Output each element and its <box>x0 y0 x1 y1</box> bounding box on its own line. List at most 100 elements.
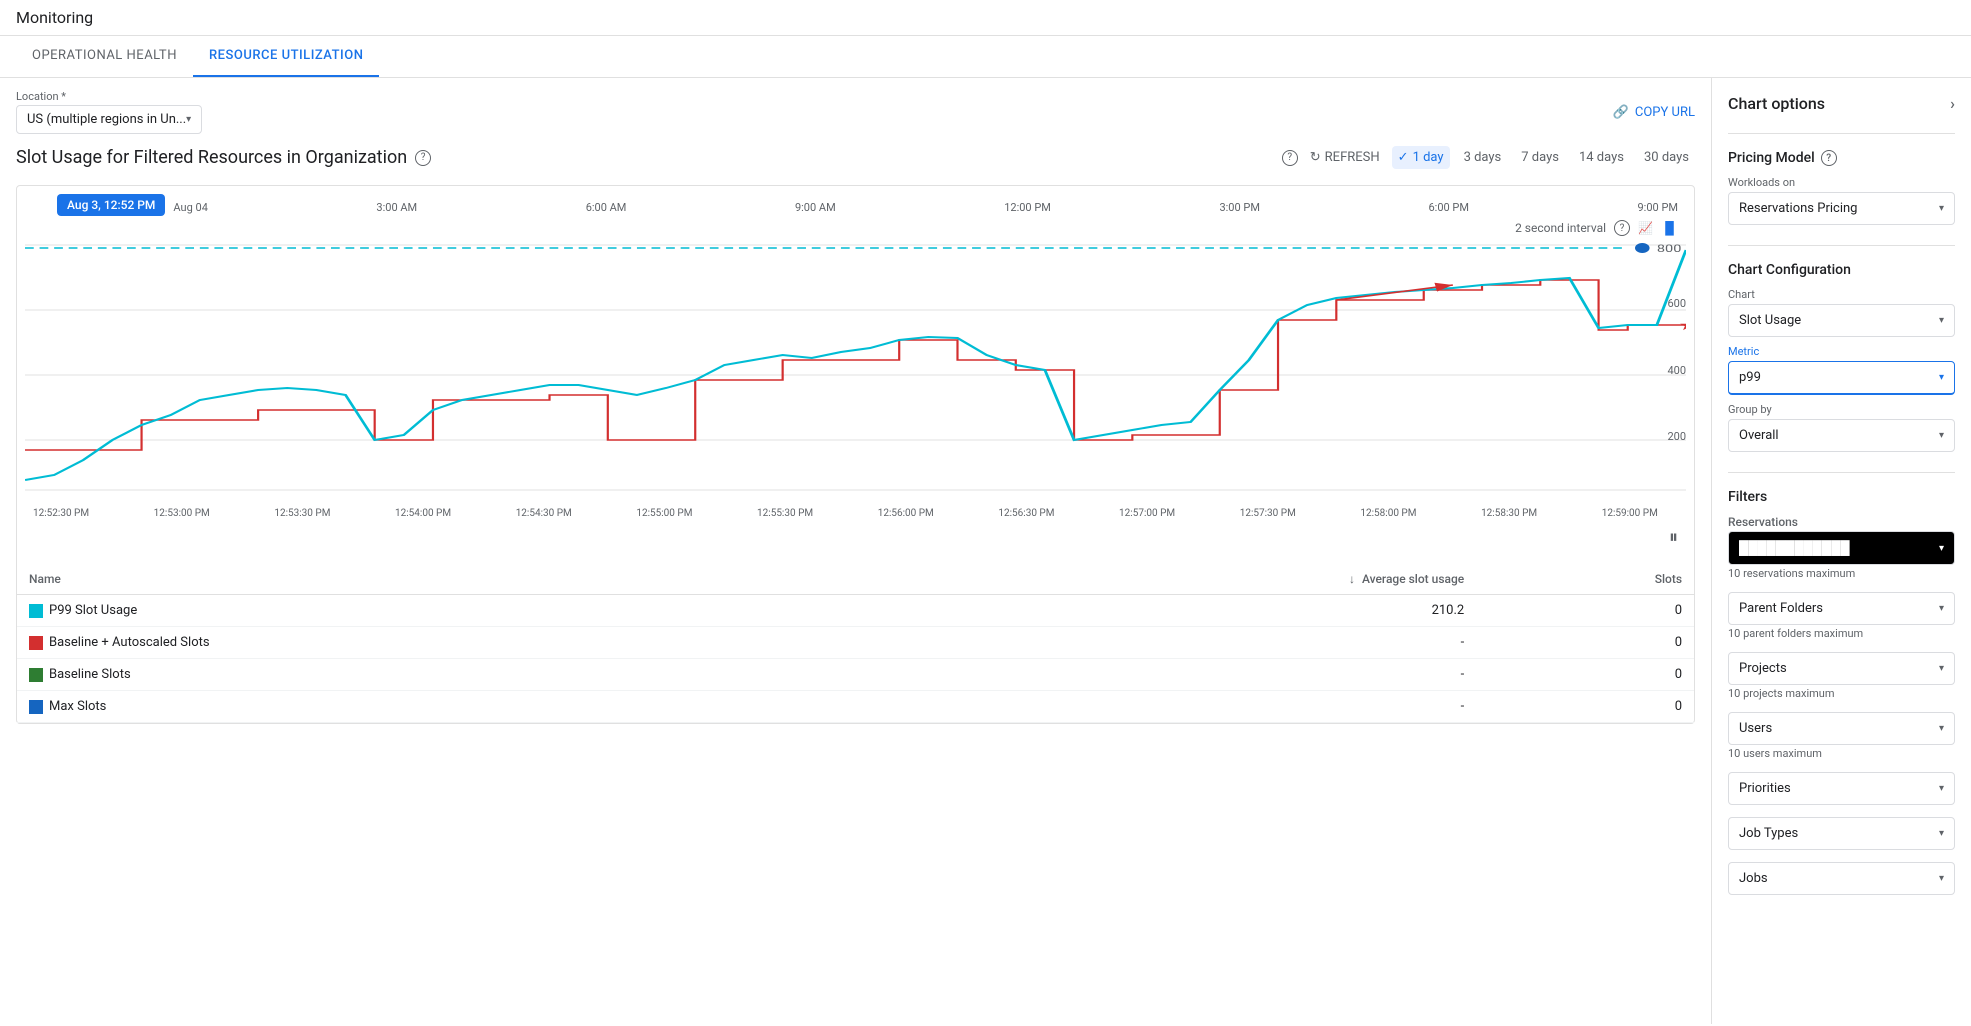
group-by-select[interactable]: Overall ▾ <box>1728 419 1955 452</box>
line-chart-icon[interactable]: 📈 <box>1638 221 1653 235</box>
filter-parent-folders-note: 10 parent folders maximum <box>1728 627 1955 640</box>
filter-reservations-select[interactable]: ████████████ ▾ <box>1728 531 1955 565</box>
filter-jobs: Jobs ▾ <box>1728 862 1955 895</box>
filter-reservations: Reservations ████████████ ▾ 10 reservati… <box>1728 515 1955 580</box>
chart-config-section: Chart Configuration Chart Slot Usage ▾ M… <box>1728 262 1955 452</box>
filter-priorities-select[interactable]: Priorities ▾ <box>1728 772 1955 805</box>
pricing-model-title: Pricing Model ? <box>1728 150 1955 166</box>
bar-chart-icon[interactable]: ▐▌ <box>1661 221 1678 235</box>
filters-title: Filters <box>1728 489 1955 505</box>
filter-priorities: Priorities ▾ <box>1728 772 1955 805</box>
filter-parent-folders-label: Parent Folders <box>1739 601 1823 616</box>
filter-reservations-note: 10 reservations maximum <box>1728 567 1955 580</box>
refresh-button[interactable]: ↻ REFRESH <box>1310 150 1380 165</box>
date-badge: Aug 3, 12:52 PM <box>57 194 165 216</box>
y-label-400: 400 <box>1656 364 1686 377</box>
metric-select[interactable]: p99 ▾ <box>1728 361 1955 395</box>
reservations-chevron-icon: ▾ <box>1939 543 1944 554</box>
y-axis-labels: 600 400 200 <box>1656 240 1686 500</box>
controls-help-icon[interactable]: ? <box>1282 150 1298 166</box>
chart-config-chart-label: Chart <box>1728 288 1955 301</box>
group-by-value: Overall <box>1739 428 1779 443</box>
workloads-label: Workloads on <box>1728 176 1955 189</box>
x-label-0: Aug 04 <box>173 201 207 214</box>
filter-jobs-label: Jobs <box>1739 871 1768 886</box>
jobs-chevron-icon: ▾ <box>1939 873 1944 884</box>
workloads-select[interactable]: Reservations Pricing ▾ <box>1728 192 1955 225</box>
row-avg-1: - <box>885 627 1476 659</box>
location-select-box[interactable]: US (multiple regions in Un... ▾ <box>16 105 202 134</box>
filter-projects-select[interactable]: Projects ▾ <box>1728 652 1955 685</box>
tab-resource-utilization[interactable]: RESOURCE UTILIZATION <box>193 36 379 77</box>
table-row: Baseline + Autoscaled Slots - 0 <box>17 627 1694 659</box>
filter-users-select[interactable]: Users ▾ <box>1728 712 1955 745</box>
time-label-10: 12:57:30 PM <box>1240 508 1296 519</box>
filter-projects-label: Projects <box>1739 661 1787 676</box>
x-label-3: 9:00 AM <box>795 201 836 214</box>
time-3days-button[interactable]: 3 days <box>1458 146 1508 169</box>
panel-title-text: Chart options <box>1728 94 1825 113</box>
filter-job-types-label: Job Types <box>1739 826 1798 841</box>
color-dot-1 <box>29 636 43 650</box>
filter-users-note: 10 users maximum <box>1728 747 1955 760</box>
projects-chevron-icon: ▾ <box>1939 663 1944 674</box>
pause-icon[interactable]: ⏸ <box>1669 527 1678 548</box>
row-avg-0: 210.2 <box>885 595 1476 627</box>
tab-operational-health[interactable]: OPERATIONAL HEALTH <box>16 36 193 77</box>
filter-jobs-select[interactable]: Jobs ▾ <box>1728 862 1955 895</box>
col-slots: Slots <box>1476 564 1694 595</box>
time-1day-button[interactable]: ✓ 1 day <box>1392 146 1450 169</box>
row-slots-1: 0 <box>1476 627 1694 659</box>
data-table: Name ↓ Average slot usage Slots P99 Slot… <box>17 564 1694 723</box>
x-label-2: 6:00 AM <box>586 201 627 214</box>
x-label-4: 12:00 PM <box>1004 201 1051 214</box>
table-row: P99 Slot Usage 210.2 0 <box>17 595 1694 627</box>
time-label-9: 12:57:00 PM <box>1119 508 1175 519</box>
time-14days-button[interactable]: 14 days <box>1573 146 1630 169</box>
time-30days-button[interactable]: 30 days <box>1638 146 1695 169</box>
right-panel: Chart options › Pricing Model ? Workload… <box>1711 78 1971 1024</box>
chart-controls: ? ↻ REFRESH ✓ 1 day 3 days 7 days 14 day… <box>1282 146 1695 169</box>
row-name-1: Baseline + Autoscaled Slots <box>29 635 873 650</box>
tabs-bar: OPERATIONAL HEALTH RESOURCE UTILIZATION <box>0 36 1971 78</box>
refresh-label: REFRESH <box>1325 150 1380 165</box>
filter-parent-folders-select[interactable]: Parent Folders ▾ <box>1728 592 1955 625</box>
panel-close-icon[interactable]: › <box>1950 94 1955 113</box>
job-types-chevron-icon: ▾ <box>1939 828 1944 839</box>
chart-select[interactable]: Slot Usage ▾ <box>1728 304 1955 337</box>
panel-title: Chart options › <box>1728 94 1955 113</box>
row-name-2: Baseline Slots <box>29 667 873 682</box>
row-name-0: P99 Slot Usage <box>29 603 873 618</box>
filter-users: Users ▾ 10 users maximum <box>1728 712 1955 760</box>
row-avg-3: - <box>885 691 1476 723</box>
pricing-model-section: Pricing Model ? Workloads on Reservation… <box>1728 150 1955 225</box>
top-x-labels: Aug 04 3:00 AM 6:00 AM 9:00 AM 12:00 PM … <box>173 194 1678 216</box>
filter-reservations-value: ████████████ <box>1739 540 1850 556</box>
sort-icon: ↓ <box>1349 572 1355 586</box>
location-selector: Location * US (multiple regions in Un...… <box>16 90 202 134</box>
chart-config-title: Chart Configuration <box>1728 262 1955 278</box>
row-slots-0: 0 <box>1476 595 1694 627</box>
time-label-12: 12:58:30 PM <box>1481 508 1537 519</box>
copy-url-button[interactable]: 🔗 COPY URL <box>1613 105 1695 120</box>
location-label: Location * <box>16 90 202 103</box>
time-label-6: 12:55:30 PM <box>757 508 813 519</box>
chart-title-text: Slot Usage for Filtered Resources in Org… <box>16 147 407 168</box>
metric-label: Metric <box>1728 345 1955 358</box>
table-row: Baseline Slots - 0 <box>17 659 1694 691</box>
interval-label: 2 second interval <box>1515 221 1606 235</box>
x-label-7: 9:00 PM <box>1638 201 1678 214</box>
metric-value: p99 <box>1739 370 1761 385</box>
refresh-icon: ↻ <box>1310 150 1321 165</box>
time-label-4: 12:54:30 PM <box>516 508 572 519</box>
time-label-0: 12:52:30 PM <box>33 508 89 519</box>
workloads-chevron-icon: ▾ <box>1939 203 1944 214</box>
pricing-model-help-icon[interactable]: ? <box>1821 150 1837 166</box>
filter-job-types-select[interactable]: Job Types ▾ <box>1728 817 1955 850</box>
interval-help-icon[interactable]: ? <box>1614 220 1630 236</box>
row-slots-2: 0 <box>1476 659 1694 691</box>
interval-row: 2 second interval ? 📈 ▐▌ <box>17 216 1694 240</box>
time-7days-button[interactable]: 7 days <box>1515 146 1565 169</box>
chart-title-help-icon[interactable]: ? <box>415 150 431 166</box>
x-label-1: 3:00 AM <box>376 201 417 214</box>
